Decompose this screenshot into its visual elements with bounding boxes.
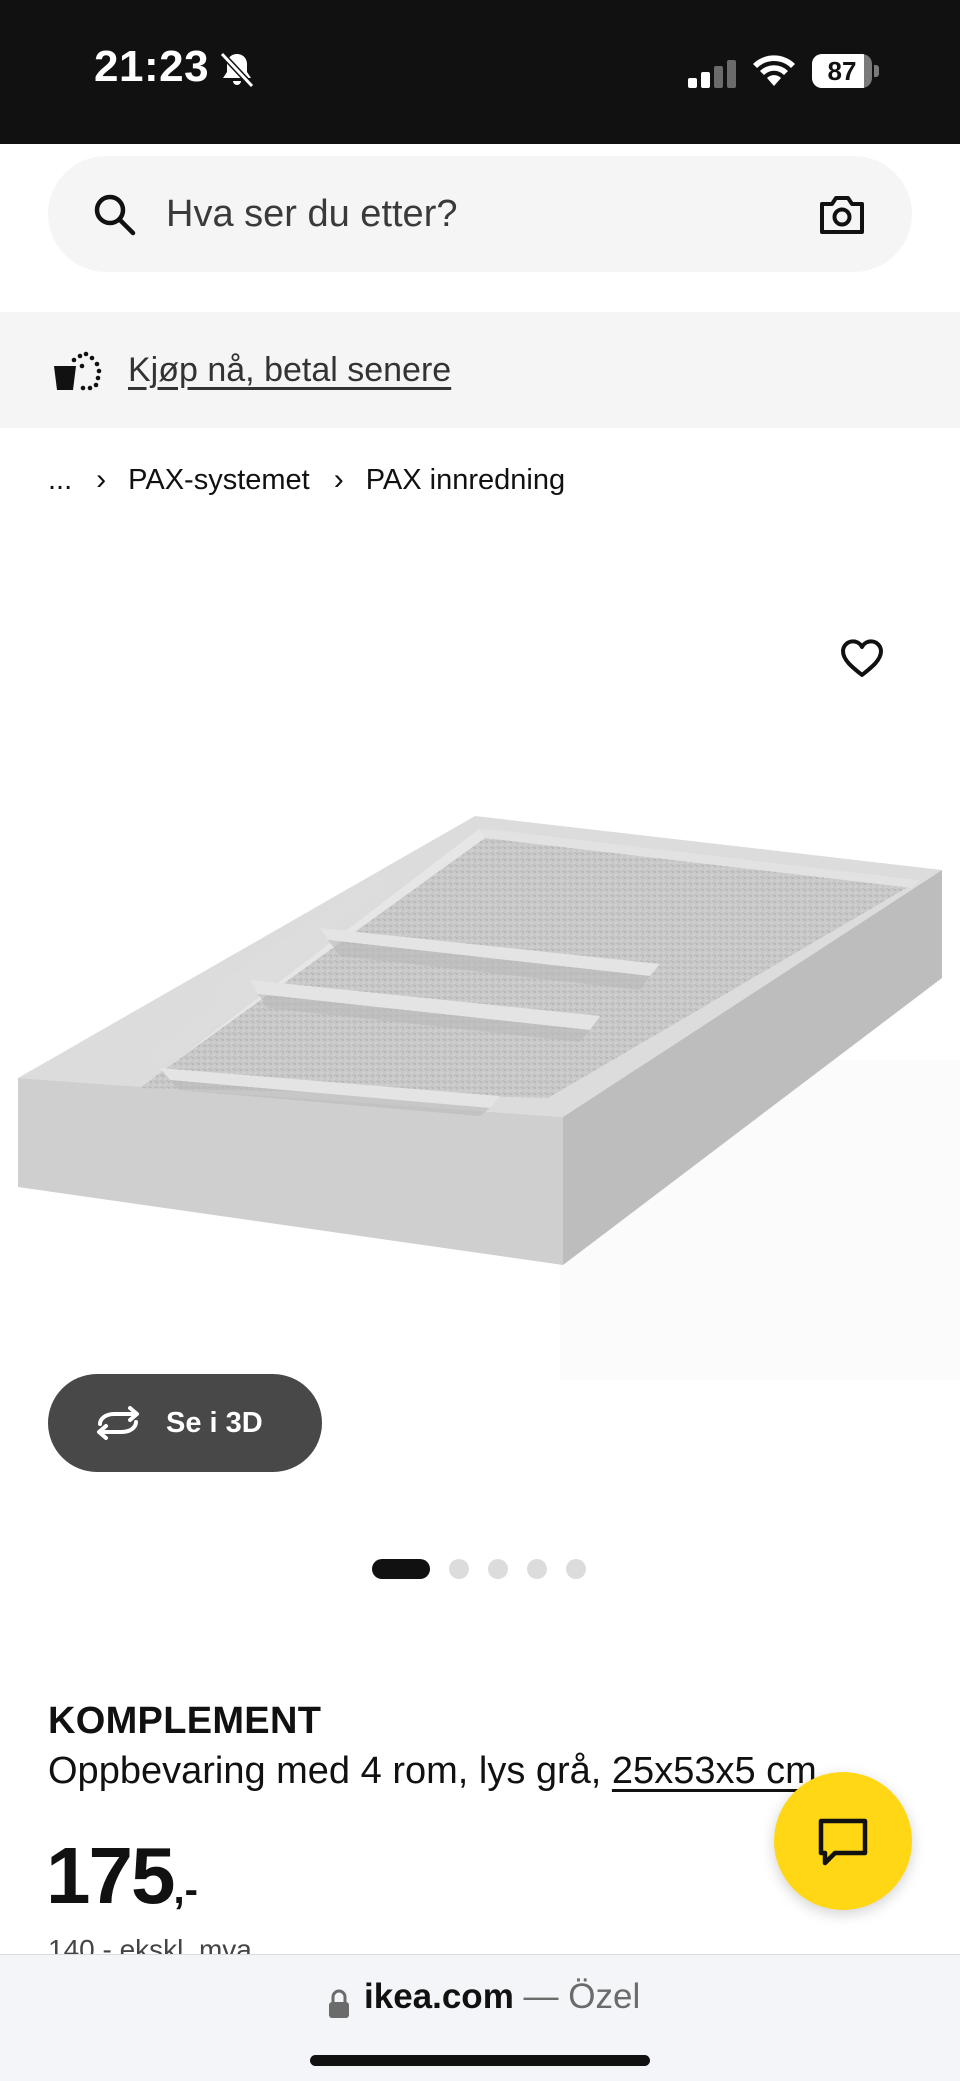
battery-icon: 87: [812, 54, 880, 88]
rotate-icon: [97, 1406, 139, 1440]
price-value: 175: [46, 1831, 175, 1920]
product-dimensions-link[interactable]: 25x53x5 cm: [612, 1750, 817, 1792]
status-bar: 21:23 87: [0, 0, 960, 144]
browser-url[interactable]: ikea.com — Özel: [364, 1973, 640, 2021]
breadcrumb-pax-innredning[interactable]: PAX innredning: [366, 464, 565, 497]
search-icon[interactable]: [92, 192, 136, 236]
carousel-dot[interactable]: [488, 1559, 508, 1579]
product-description-text: Oppbevaring med 4 rom, lys grå,: [48, 1750, 612, 1792]
breadcrumb-separator: ›: [96, 463, 107, 496]
search-bar[interactable]: Hva ser du etter?: [48, 156, 912, 272]
signal-icon: [688, 60, 736, 88]
product-description: Oppbevaring med 4 rom, lys grå, 25x53x5 …: [48, 1750, 817, 1793]
promo-banner[interactable]: Kjøp nå, betal senere: [0, 312, 960, 428]
chat-button[interactable]: [774, 1772, 912, 1910]
heart-icon[interactable]: [838, 634, 886, 682]
breadcrumb-ellipsis[interactable]: ...: [48, 464, 72, 497]
browser-address-bar[interactable]: ikea.com — Özel: [0, 1954, 960, 2081]
price-suffix: ,-: [173, 1868, 198, 1912]
browser-separator: —: [513, 1977, 569, 2016]
breadcrumb: ... › PAX-systemet › PAX innredning: [48, 458, 565, 502]
browser-domain: ikea.com: [364, 1977, 514, 2016]
browser-private-mode: Özel: [568, 1977, 641, 2016]
view-3d-button[interactable]: Se i 3D: [48, 1374, 322, 1472]
carousel-dot[interactable]: [449, 1559, 469, 1579]
breadcrumb-pax-systemet[interactable]: PAX-systemet: [128, 464, 310, 497]
product-image[interactable]: [0, 780, 960, 1380]
wifi-icon: [753, 55, 795, 86]
battery-level: 87: [827, 56, 857, 86]
carousel-indicator[interactable]: [372, 1558, 605, 1580]
chat-icon: [818, 1818, 868, 1866]
product-brand[interactable]: KOMPLEMENT: [48, 1700, 321, 1743]
carousel-dot[interactable]: [527, 1559, 547, 1579]
search-input[interactable]: Hva ser du etter?: [166, 156, 457, 272]
bell-muted-icon: [219, 51, 255, 89]
status-time: 21:23: [94, 42, 210, 91]
home-indicator[interactable]: [310, 2055, 650, 2066]
product-price: 175,-: [46, 1830, 198, 1922]
breadcrumb-separator: ›: [333, 463, 344, 496]
lock-icon: [329, 1989, 349, 2018]
camera-icon[interactable]: [818, 192, 866, 236]
pay-later-icon: [54, 351, 102, 391]
carousel-dot[interactable]: [372, 1559, 430, 1579]
view-3d-label: Se i 3D: [166, 1407, 263, 1439]
carousel-dot[interactable]: [566, 1559, 586, 1579]
pay-later-link[interactable]: Kjøp nå, betal senere: [128, 312, 451, 428]
